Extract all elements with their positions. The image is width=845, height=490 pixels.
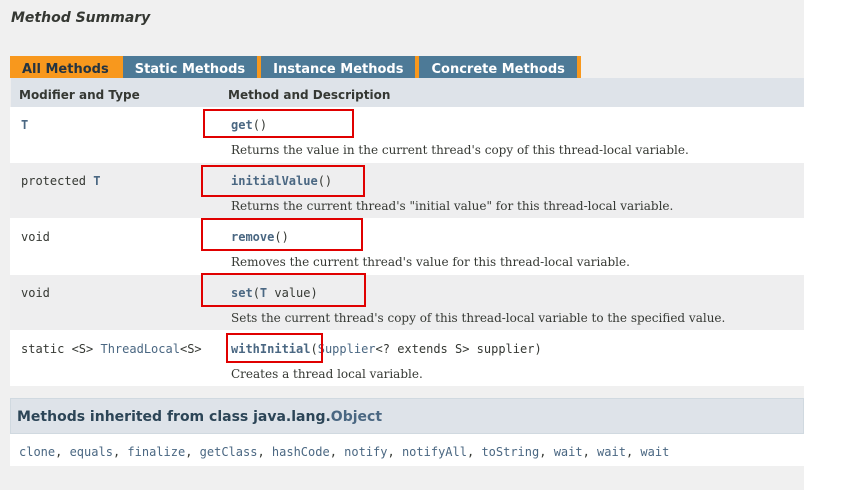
method-link-set[interactable]: set [231, 286, 253, 300]
list-separator: , [112, 445, 128, 459]
table-row: T get() Returns the value in the current… [10, 107, 804, 163]
method-summary-table: Modifier and Type Method and Description… [10, 78, 804, 386]
tab-static-methods[interactable]: Static Methods [122, 56, 262, 79]
list-separator: , [582, 445, 598, 459]
type-link-threadlocal[interactable]: ThreadLocal [100, 342, 179, 356]
type-link-t[interactable]: T [21, 118, 28, 132]
method-signature: get() [231, 118, 267, 132]
list-separator: , [387, 445, 402, 459]
list-separator: , [625, 445, 641, 459]
type-link-t[interactable]: T [93, 174, 100, 188]
table-header: Modifier and Type Method and Description [10, 78, 804, 107]
inherited-methods-list: clone, equals, finalize, getClass, hashC… [10, 434, 804, 466]
modifier-cell: T [21, 118, 28, 132]
method-params-rest: <? extends S> supplier) [375, 342, 542, 356]
inherited-methods-title: Methods inherited from class java.lang.O… [17, 409, 382, 425]
inherited-methods-items: clone, equals, finalize, getClass, hashC… [19, 445, 669, 459]
tab-instance-methods[interactable]: Instance Methods [261, 56, 420, 79]
list-separator: , [466, 445, 482, 459]
inherited-method-link-wait[interactable]: wait [554, 445, 583, 459]
method-description: Creates a thread local variable. [231, 367, 423, 381]
modifier-cell: static <S> ThreadLocal<S> [21, 342, 202, 356]
inherited-method-link-clone[interactable]: clone [19, 445, 55, 459]
method-description: Returns the value in the current thread'… [231, 143, 689, 157]
object-class-link[interactable]: Object [331, 409, 382, 425]
inherited-method-link-notifyall[interactable]: notifyAll [402, 445, 467, 459]
method-link-withinitial[interactable]: withInitial [231, 342, 310, 356]
inherited-method-link-wait[interactable]: wait [640, 445, 669, 459]
modifier-text: protected [21, 174, 94, 188]
tab-concrete-methods[interactable]: Concrete Methods [419, 56, 581, 79]
method-params: () [252, 118, 268, 132]
modifier-text: static <S> [21, 342, 101, 356]
modifier-generic: <S> [179, 342, 202, 356]
inherited-method-link-hashcode[interactable]: hashCode [272, 445, 330, 459]
method-signature: remove() [231, 230, 289, 244]
method-link-initialvalue[interactable]: initialValue [231, 174, 318, 188]
inherited-method-link-equals[interactable]: equals [70, 445, 113, 459]
inherited-methods-header: Methods inherited from class java.lang.O… [10, 398, 804, 434]
inherited-method-link-finalize[interactable]: finalize [127, 445, 185, 459]
method-signature: withInitial(Supplier<? extends S> suppli… [231, 342, 542, 356]
method-params: () [317, 174, 333, 188]
method-link-get[interactable]: get [231, 118, 253, 132]
method-filter-tabs: All Methods Static Methods Instance Meth… [10, 56, 581, 79]
method-params: () [274, 230, 289, 244]
table-row: static <S> ThreadLocal<S> withInitial(Su… [10, 331, 804, 386]
list-separator: , [55, 445, 70, 459]
inherited-method-link-wait[interactable]: wait [597, 445, 626, 459]
column-header-modifier: Modifier and Type [19, 88, 140, 102]
method-summary-section: Method Summary All Methods Static Method… [0, 0, 804, 490]
inherited-method-link-notify[interactable]: notify [344, 445, 387, 459]
modifier-cell: void [21, 230, 50, 244]
modifier-cell: protected T [21, 174, 100, 188]
method-description: Returns the current thread's "initial va… [231, 199, 674, 213]
method-description: Removes the current thread's value for t… [231, 255, 630, 269]
inherited-method-link-tostring[interactable]: toString [481, 445, 539, 459]
method-description: Sets the current thread's copy of this t… [231, 311, 726, 325]
method-signature: initialValue() [231, 174, 332, 188]
list-separator: , [329, 445, 345, 459]
table-row: void remove() Removes the current thread… [10, 219, 804, 275]
method-params-rest: value) [267, 286, 318, 300]
type-link-supplier[interactable]: Supplier [318, 342, 376, 356]
method-params-open: ( [310, 342, 318, 356]
list-separator: , [539, 445, 554, 459]
modifier-cell: void [21, 286, 50, 300]
table-row: protected T initialValue() Returns the c… [10, 163, 804, 219]
method-summary-title: Method Summary [11, 10, 151, 26]
list-separator: , [185, 445, 200, 459]
column-header-method: Method and Description [228, 88, 391, 102]
method-params-open: ( [252, 286, 260, 300]
method-link-remove[interactable]: remove [231, 230, 274, 244]
table-row: void set(T value) Sets the current threa… [10, 275, 804, 331]
inherited-title-text: Methods inherited from class java.lang. [17, 409, 331, 425]
list-separator: , [257, 445, 272, 459]
method-signature: set(T value) [231, 286, 318, 300]
tab-all-methods[interactable]: All Methods [10, 56, 123, 79]
inherited-method-link-getclass[interactable]: getClass [200, 445, 258, 459]
